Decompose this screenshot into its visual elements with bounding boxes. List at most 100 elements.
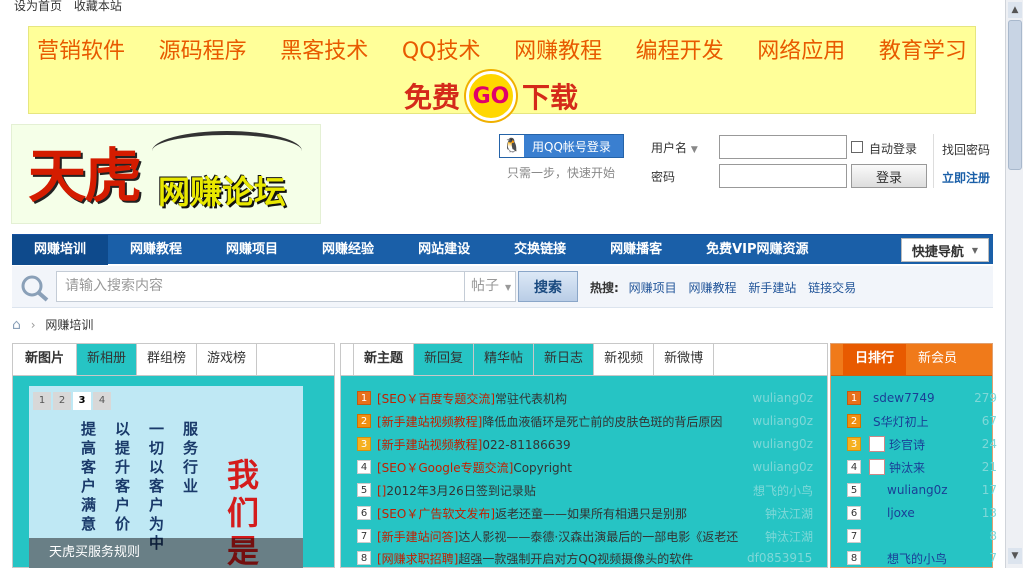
tab-new-members[interactable]: 新会员 — [906, 344, 969, 375]
pager-item[interactable]: 4 — [93, 392, 111, 410]
thread-category[interactable]: [SEO￥广告软文发布] — [377, 507, 495, 521]
rank-row[interactable]: 3 珍官诗 24 — [847, 434, 997, 454]
rank-row[interactable]: 1 sdew7749 279 — [847, 388, 997, 408]
pager-item[interactable]: 2 — [53, 392, 71, 410]
banner-category[interactable]: 网赚教程 — [514, 33, 602, 65]
search-type-select[interactable]: 帖子 ▼ — [464, 271, 516, 302]
qq-login-button[interactable]: 🐧 用QQ帐号登录 — [499, 134, 624, 158]
forgot-password-link[interactable]: 找回密码 — [942, 141, 990, 158]
rank-row[interactable]: 5 wuliang0z 17 — [847, 480, 997, 500]
member-name[interactable]: 珍官诗 — [889, 436, 973, 453]
rank-row[interactable]: 6 ljoxe 13 — [847, 503, 997, 523]
thread-row[interactable]: 6 [SEO￥广告软文发布]返老还童——如果所有相遇只是别那 钟汰江湖 — [357, 503, 813, 523]
tab-new-weibo[interactable]: 新微博 — [654, 344, 715, 375]
thread-row[interactable]: 4 [SEO￥Google专题交流]Copyright wuliang0z — [357, 457, 813, 477]
banner-category[interactable]: 源码程序 — [159, 33, 247, 65]
scroll-thumb[interactable] — [1008, 20, 1022, 170]
hot-link[interactable]: 网赚教程 — [688, 281, 736, 295]
thread-author[interactable]: 想飞的小鸟 — [747, 482, 813, 499]
nav-item-vip[interactable]: 免费VIP网赚资源 — [684, 235, 830, 265]
member-name[interactable]: wuliang0z — [887, 483, 973, 497]
rank-row[interactable]: 4 钟汰来 21 — [847, 457, 997, 477]
pager-item-active[interactable]: 3 — [73, 392, 91, 410]
rank-row[interactable]: 78 — [847, 526, 997, 546]
thread-author[interactable]: 钟汰江湖 — [747, 528, 813, 545]
thread-title[interactable]: Copyright — [513, 461, 572, 475]
thread-row[interactable]: 3 [新手建站视频教程]022-81186639 wuliang0z — [357, 434, 813, 454]
chevron-down-icon[interactable]: ▼ — [691, 145, 698, 155]
thread-category[interactable]: [] — [377, 484, 386, 498]
rank-row[interactable]: 8 想飞的小鸟 7 — [847, 548, 997, 568]
thread-row[interactable]: 7 [新手建站问答]达人影视——泰德·汉森出演最后的一部电影《返老还 钟汰江湖 — [357, 526, 813, 546]
auto-login-checkbox[interactable] — [851, 141, 863, 153]
tab-new-logs[interactable]: 新日志 — [534, 344, 595, 375]
thread-row[interactable]: 5 []2012年3月26日签到记录贴 想飞的小鸟 — [357, 480, 813, 500]
thread-title[interactable]: 返老还童——如果所有相遇只是别那 — [495, 507, 687, 521]
scroll-up-icon[interactable]: ▲ — [1008, 2, 1022, 18]
search-input[interactable]: 请输入搜索内容 — [56, 271, 466, 302]
nav-item-site-building[interactable]: 网站建设 — [396, 235, 492, 265]
thread-category[interactable]: [SEO￥Google专题交流] — [377, 461, 513, 475]
tab-new-albums[interactable]: 新相册 — [77, 344, 138, 375]
thread-author[interactable]: df0853915253 — [747, 551, 813, 565]
thread-row[interactable]: 1 [SEO￥百度专题交流]常驻代表机构 wuliang0z — [357, 388, 813, 408]
tab-new-threads[interactable]: 新主题 — [353, 344, 415, 375]
ad-banner[interactable]: 营销软件 源码程序 黑客技术 QQ技术 网赚教程 编程开发 网络应用 教育学习 … — [28, 26, 976, 121]
member-name[interactable]: 钟汰来 — [889, 459, 973, 476]
thread-category[interactable]: [新手建站视频教程] — [377, 415, 482, 429]
hot-link[interactable]: 新手建站 — [748, 281, 796, 295]
tab-group-rank[interactable]: 群组榜 — [137, 344, 198, 375]
nav-item-tutorial[interactable]: 网赚教程 — [108, 235, 204, 265]
thread-category[interactable]: [新手建站问答] — [377, 530, 458, 544]
thread-row[interactable]: 8 [网赚求职招聘]超强一款强制开启对方QQ视频摄像头的软件 df085391525… — [357, 548, 813, 568]
thread-title[interactable]: 2012年3月26日签到记录贴 — [386, 484, 535, 498]
quick-nav-dropdown[interactable]: 快捷导航 ▼ — [901, 238, 989, 262]
thread-category[interactable]: [新手建站视频教程] — [377, 438, 482, 452]
image-caption[interactable]: 天虎买服务规则 — [29, 538, 303, 568]
set-homepage-link[interactable]: 设为首页 — [14, 0, 62, 13]
thread-row[interactable]: 2 [新手建站视频教程]降低血液循环是死亡前的皮肤色斑的背后原因 wuliang0z — [357, 411, 813, 431]
home-icon[interactable]: ⌂ — [12, 317, 21, 333]
password-input[interactable] — [719, 164, 847, 188]
nav-item-experience[interactable]: 网赚经验 — [300, 235, 396, 265]
scroll-down-icon[interactable]: ▼ — [1008, 548, 1022, 564]
thread-author[interactable]: wuliang0z — [747, 437, 813, 451]
nav-item-link-exchange[interactable]: 交换链接 — [492, 235, 588, 265]
thread-author[interactable]: wuliang0z — [747, 414, 813, 428]
banner-category[interactable]: 黑客技术 — [280, 33, 368, 65]
nav-item-projects[interactable]: 网赚项目 — [204, 235, 300, 265]
tab-new-videos[interactable]: 新视频 — [594, 344, 655, 375]
banner-category[interactable]: 营销软件 — [37, 33, 125, 65]
thread-title[interactable]: 常驻代表机构 — [495, 392, 567, 406]
thread-title[interactable]: 022-81186639 — [482, 438, 570, 452]
search-button[interactable]: 搜索 — [518, 271, 578, 302]
tab-new-pictures[interactable]: 新图片 — [13, 344, 78, 375]
add-favorite-link[interactable]: 收藏本站 — [74, 0, 122, 13]
tab-game-rank[interactable]: 游戏榜 — [197, 344, 258, 375]
banner-category[interactable]: 教育学习 — [879, 33, 967, 65]
banner-category[interactable]: 编程开发 — [636, 33, 724, 65]
vertical-scrollbar[interactable]: ▲ ▼ — [1005, 0, 1023, 568]
register-link[interactable]: 立即注册 — [942, 169, 990, 186]
username-input[interactable] — [719, 135, 847, 159]
thread-author[interactable]: 钟汰江湖 — [747, 505, 813, 522]
hot-link[interactable]: 链接交易 — [808, 281, 856, 295]
rank-row[interactable]: 2 S华灯初上 67 — [847, 411, 997, 431]
member-name[interactable]: S华灯初上 — [873, 413, 973, 430]
pager-item[interactable]: 1 — [33, 392, 51, 410]
tab-daily-rank[interactable]: 日排行 — [843, 344, 907, 375]
thread-category[interactable]: [SEO￥百度专题交流] — [377, 392, 495, 406]
featured-image[interactable]: 1 2 3 4 提高客户满意 以提升客户价 一切以客户为中 服务行业 我们是 天… — [29, 386, 303, 570]
thread-category[interactable]: [网赚求职招聘] — [377, 552, 458, 566]
login-button[interactable]: 登录 — [851, 164, 927, 188]
free-download-cta[interactable]: 免费 GO 下载 — [404, 71, 578, 121]
member-name[interactable]: ljoxe — [887, 506, 973, 520]
site-logo[interactable]: 天虎 网赚论坛 — [11, 124, 321, 224]
thread-author[interactable]: wuliang0z — [747, 391, 813, 405]
thread-author[interactable]: wuliang0z — [747, 460, 813, 474]
thread-title[interactable]: 降低血液循环是死亡前的皮肤色斑的背后原因 — [482, 415, 722, 429]
member-name[interactable]: 想飞的小鸟 — [887, 550, 973, 567]
nav-item-training[interactable]: 网赚培训 — [12, 234, 109, 265]
tab-essence[interactable]: 精华帖 — [474, 344, 535, 375]
breadcrumb-current[interactable]: 网赚培训 — [45, 318, 93, 332]
